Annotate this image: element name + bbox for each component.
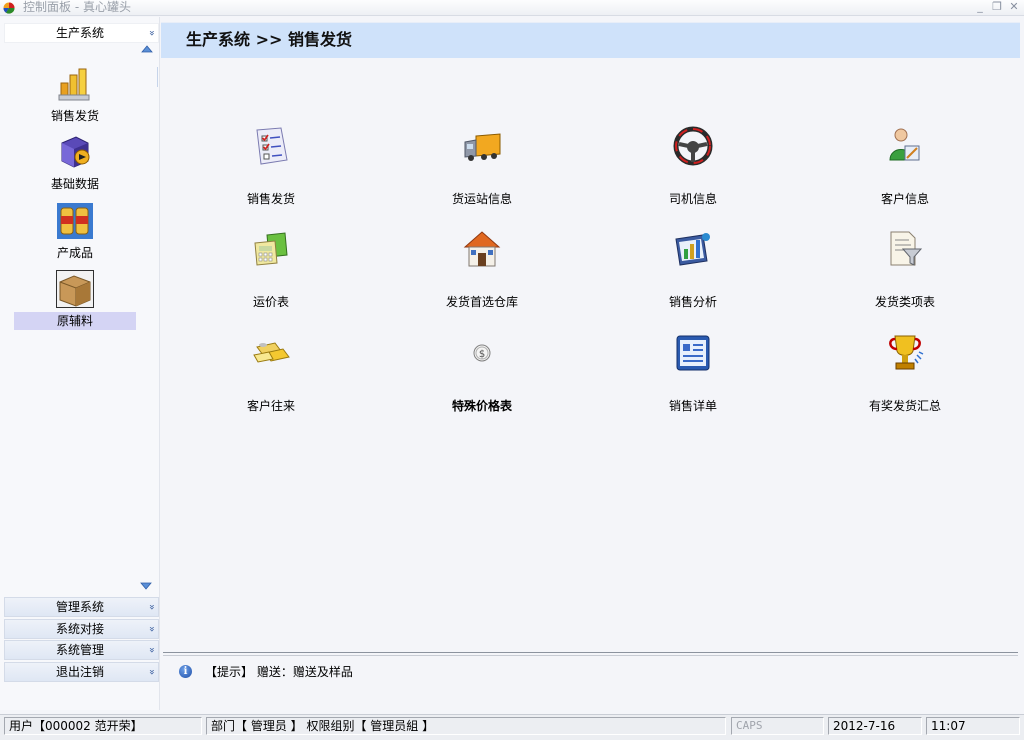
tile-label: 销售发货 [246, 192, 295, 206]
tile-sales-details[interactable]: 销售详单 [623, 333, 763, 414]
tile-rewards-summary[interactable]: 有奖发货汇总 [835, 333, 975, 414]
tile-label: 销售分析 [668, 295, 717, 309]
tile-label: 司机信息 [668, 192, 717, 206]
coin-icon: $ [462, 333, 502, 373]
tile-freight-station[interactable]: 货运站信息 [412, 126, 552, 207]
status-user: 用户【000002 范开荣】 [4, 717, 202, 735]
cube-data-icon [56, 133, 94, 171]
cans-product-icon [56, 202, 94, 240]
tile-freight-rates[interactable]: 运价表 [201, 229, 341, 310]
info-icon: i [179, 665, 192, 678]
hint-text: 【提示】 赠送：赠送及样品 [205, 665, 353, 679]
sidebar-item-label: 产成品 [56, 246, 93, 260]
status-caps: CAPS [731, 717, 824, 735]
sidebar: 生产系统 » 销售发货 基础数据 产成品 原辅料 管理系统 » 系统对接 » 系… [0, 17, 160, 710]
window-title: 控制面板 - 真心罐头 [23, 0, 131, 14]
group-label: 生产系统 [55, 26, 104, 40]
customer-icon [885, 126, 925, 166]
sidebar-item-sales-shipping[interactable]: 销售发货 [14, 65, 136, 125]
tile-label: 发货类项表 [874, 295, 935, 309]
sidebar-item-raw-materials[interactable]: 原辅料 [14, 269, 136, 330]
scroll-up-arrow-icon[interactable] [141, 45, 153, 53]
steering-wheel-icon [673, 126, 713, 166]
restore-button[interactable]: ❐ [989, 0, 1005, 14]
tile-special-price-list[interactable]: $ 特殊价格表 [412, 333, 552, 414]
group-header-logout[interactable]: 退出注销 » [4, 662, 159, 682]
status-date: 2012-7-16 [828, 717, 922, 735]
group-header-system-admin[interactable]: 系统管理 » [4, 640, 159, 660]
scroll-indicator [157, 67, 158, 87]
tile-customer-info[interactable]: 客户信息 [835, 126, 975, 207]
close-button[interactable]: ✕ [1006, 0, 1022, 14]
tile-label: 客户往来 [246, 399, 295, 413]
tile-label: 发货首选仓库 [445, 295, 518, 309]
tile-shipping-categories[interactable]: 发货类项表 [835, 229, 975, 310]
filter-doc-icon [885, 229, 925, 269]
tile-label: 销售详单 [668, 399, 717, 413]
analysis-chart-icon [673, 229, 713, 269]
minimize-button[interactable]: _ [972, 0, 988, 14]
sidebar-item-label: 基础数据 [50, 177, 99, 191]
title-bar: 控制面板 - 真心罐头 _ ❐ ✕ [0, 0, 1024, 16]
tile-sales-analysis[interactable]: 销售分析 [623, 229, 763, 310]
chevron-double-down-icon[interactable]: » [144, 669, 158, 675]
group-header-production[interactable]: 生产系统 » [4, 23, 159, 43]
group-header-integration[interactable]: 系统对接 » [4, 619, 159, 639]
group-label: 系统管理 [55, 643, 104, 657]
group-label: 退出注销 [55, 665, 104, 679]
sales-chart-icon [56, 65, 94, 103]
sidebar-item-label: 销售发货 [50, 109, 99, 123]
tile-customer-account[interactable]: 客户往来 [201, 333, 341, 414]
tile-preferred-warehouse[interactable]: 发货首选仓库 [412, 229, 552, 310]
gold-cards-icon [251, 333, 291, 373]
tile-label: 有奖发货汇总 [868, 399, 941, 413]
sidebar-item-label: 原辅料 [14, 312, 136, 330]
breadcrumb: 生产系统 >> 销售发货 [161, 22, 1020, 58]
status-bar: 用户【000002 范开荣】 部门【 管理员 】 权限组别【 管理员組 】 CA… [0, 714, 1024, 740]
sidebar-item-finished-products[interactable]: 产成品 [14, 202, 136, 262]
chevron-double-down-icon[interactable]: » [144, 30, 158, 36]
tile-label: 运价表 [252, 295, 289, 309]
scroll-down-arrow-icon[interactable] [140, 582, 152, 590]
chevron-double-down-icon[interactable]: » [144, 647, 158, 653]
page-title: 生产系统 >> 销售发货 [186, 30, 352, 49]
tile-sales-shipping[interactable]: 销售发货 [201, 126, 341, 207]
trophy-icon [885, 333, 925, 373]
svg-text:$: $ [479, 349, 485, 360]
calculator-icon [251, 229, 291, 269]
tile-label: 货运站信息 [451, 192, 512, 206]
box-material-icon [55, 269, 95, 309]
tile-label: 特殊价格表 [451, 399, 512, 413]
sidebar-item-base-data[interactable]: 基础数据 [14, 133, 136, 193]
group-label: 系统对接 [55, 622, 104, 636]
checklist-icon [251, 126, 291, 166]
tile-label: 客户信息 [880, 192, 929, 206]
warehouse-icon [462, 229, 502, 269]
divider [163, 652, 1018, 656]
chevron-double-down-icon[interactable]: » [144, 626, 158, 632]
detail-list-icon [673, 333, 713, 373]
truck-icon [462, 126, 502, 166]
status-time: 11:07 [926, 717, 1020, 735]
status-department: 部门【 管理员 】 权限组别【 管理员組 】 [206, 717, 726, 735]
chevron-double-down-icon[interactable]: » [144, 604, 158, 610]
group-header-management[interactable]: 管理系统 » [4, 597, 159, 617]
app-logo-icon [3, 2, 15, 14]
group-label: 管理系统 [55, 600, 104, 614]
tile-driver-info[interactable]: 司机信息 [623, 126, 763, 207]
